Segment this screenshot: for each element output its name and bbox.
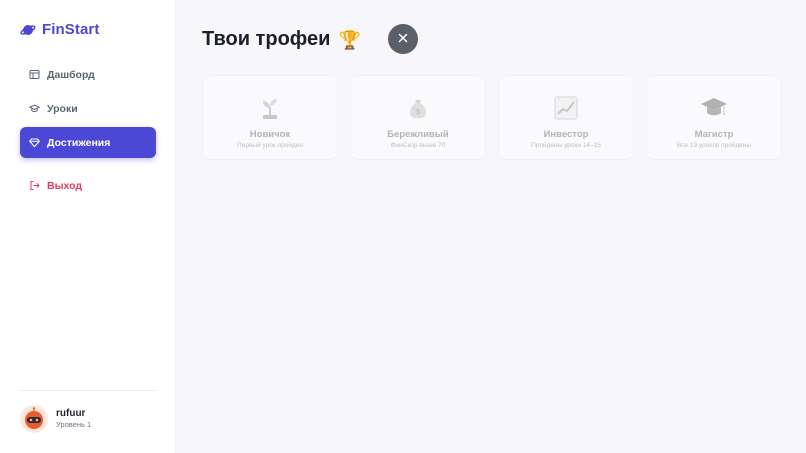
page-title: Твои трофеи 🏆 [202, 28, 361, 51]
graduation-cap-icon [29, 103, 40, 114]
sidebar-nav: Дашборд Уроки Достижения Выход [20, 59, 156, 204]
achievement-description: Пройдены уроки 14–15 [531, 142, 601, 149]
achievement-card-novice[interactable]: Новичок Первый урок пройден [202, 75, 338, 160]
sidebar-divider [20, 390, 156, 391]
achievement-title: Новичок [249, 129, 291, 140]
sidebar-item-label: Выход [47, 179, 83, 192]
user-profile[interactable]: rufuur Уровень 1 [20, 405, 91, 433]
main-content: Твои трофеи 🏆 Новичок Первый урок пройде… [176, 0, 806, 453]
money-bag-icon: $ [403, 93, 433, 123]
sprout-icon [255, 93, 285, 123]
achievement-description: Все 19 уроков пройдены [676, 142, 752, 149]
graduation-cap-icon [699, 93, 729, 123]
achievement-card-saver[interactable]: $ Бережливый ФинСкор выше 70 [350, 75, 486, 160]
achievement-card-master[interactable]: Магистр Все 19 уроков пройдены [646, 75, 782, 160]
achievement-description: ФинСкор выше 70 [390, 142, 446, 149]
logout-icon [29, 180, 40, 191]
brand-name: FinStart [42, 21, 100, 38]
close-button[interactable] [388, 24, 418, 54]
avatar [20, 405, 48, 433]
achievement-title: Магистр [694, 129, 734, 140]
sidebar-item-label: Уроки [47, 102, 78, 115]
brand[interactable]: FinStart [20, 21, 99, 38]
achievement-description: Первый урок пройден [237, 142, 303, 149]
sidebar-item-label: Достижения [47, 136, 111, 149]
sidebar-item-achievements[interactable]: Достижения [20, 127, 156, 158]
planet-logo-icon [20, 22, 36, 38]
sidebar-item-lessons[interactable]: Уроки [20, 93, 156, 124]
close-icon [398, 30, 408, 48]
sidebar-item-label: Дашборд [47, 68, 95, 81]
diamond-icon [29, 137, 40, 148]
page-title-text: Твои трофеи [202, 28, 331, 50]
user-level: Уровень 1 [56, 419, 92, 429]
achievement-title: Бережливый [387, 129, 449, 140]
user-name: rufuur [56, 407, 86, 419]
sidebar-item-dashboard[interactable]: Дашборд [20, 59, 156, 90]
achievements-list: Новичок Первый урок пройден $ Бережливый… [202, 75, 782, 160]
trophy-icon: 🏆 [338, 29, 361, 50]
logout-button[interactable]: Выход [20, 170, 156, 201]
chart-up-icon [551, 93, 581, 123]
achievement-card-investor[interactable]: Инвестор Пройдены уроки 14–15 [498, 75, 634, 160]
achievement-title: Инвестор [543, 129, 589, 140]
svg-text:$: $ [415, 107, 420, 116]
sidebar: FinStart Дашборд Уроки Достижения Выход [0, 0, 176, 453]
dashboard-icon [29, 69, 40, 80]
